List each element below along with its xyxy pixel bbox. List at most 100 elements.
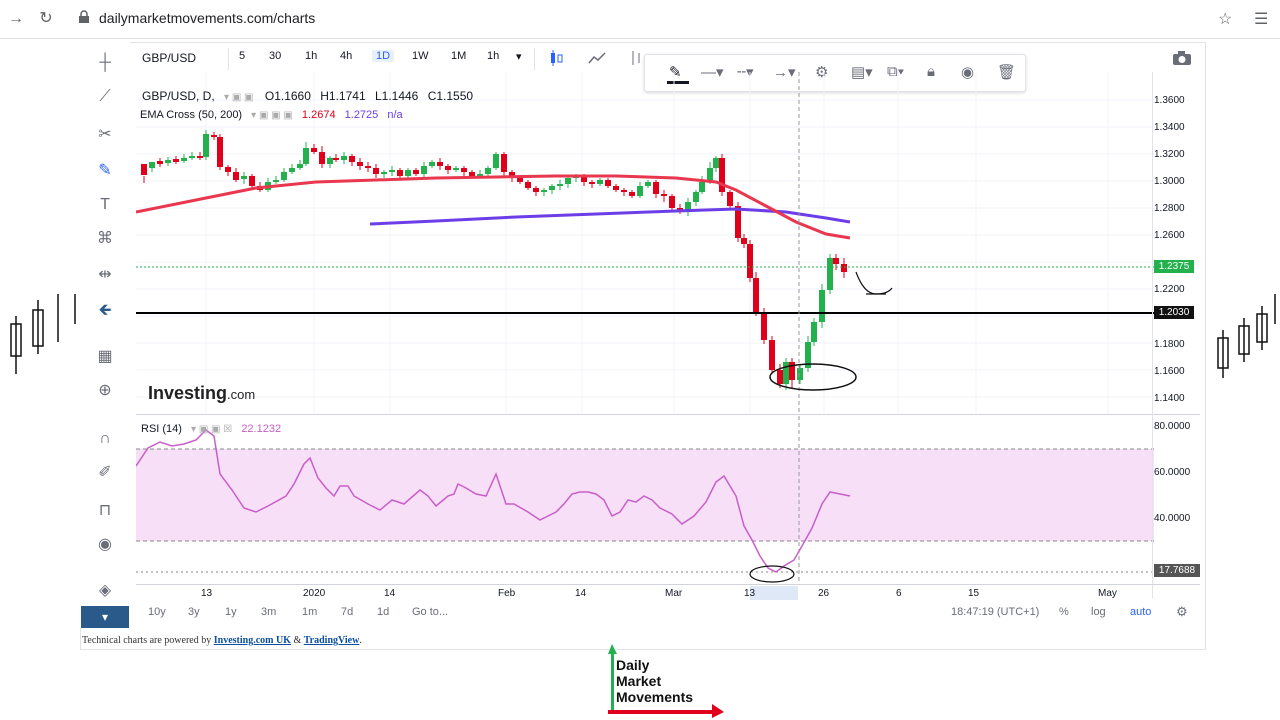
trend-line-icon[interactable]: ⟋ (80, 82, 130, 112)
price-axis-label: 1.2200 (1154, 284, 1185, 295)
horizontal-line-tag: 1.2030 (1154, 306, 1194, 319)
up-candle (645, 182, 651, 186)
range-1y[interactable]: 1y (225, 606, 237, 618)
interval-5[interactable]: 5 (239, 50, 245, 62)
date-axis-label: Mar (665, 588, 683, 599)
down-candle (157, 161, 163, 164)
log-toggle[interactable]: log (1091, 606, 1106, 618)
text-tool-icon[interactable]: T (80, 190, 130, 220)
date-axis-label: 14 (384, 588, 396, 599)
area-chart-icon[interactable] (588, 50, 606, 66)
layers-icon[interactable]: ◈ (80, 576, 130, 606)
investing-uk-link[interactable]: Investing.com UK (214, 635, 291, 646)
rsi-band (136, 449, 1154, 541)
zoom-icon[interactable]: ⊕ (80, 376, 130, 406)
date-axis-label: 14 (575, 588, 587, 599)
rsi-controls-icon[interactable]: ▾ ▣ ▣ ☒ (191, 424, 232, 435)
tradingview-link[interactable]: TradingView (304, 635, 360, 646)
ema-extra-value: n/a (387, 109, 403, 121)
down-candle (613, 186, 619, 190)
down-candle (173, 159, 179, 162)
menu-icon[interactable]: ☰ (1254, 9, 1268, 29)
hand-drawn-stroke (855, 271, 893, 295)
close-value: C1.1550 (427, 89, 474, 103)
interval-1d[interactable]: 1D (372, 50, 395, 62)
interval-4h[interactable]: 4h (340, 50, 352, 62)
back-arrow-icon[interactable]: 🡸 (80, 296, 130, 326)
chart-settings-gear-icon[interactable]: ⚙ (1176, 604, 1188, 620)
magnet-icon[interactable]: ∩ (80, 424, 130, 454)
rsi-name: RSI (14) (141, 423, 182, 435)
down-candle (741, 238, 747, 244)
interval-1w[interactable]: 1W (412, 50, 429, 62)
down-candle (661, 194, 667, 196)
interval-dropdown-icon[interactable]: ▾ (516, 50, 522, 63)
ema-controls-icon[interactable]: ▾ ▣ ▣ ▣ (251, 110, 293, 121)
interval-1h-alt[interactable]: 1h (487, 50, 499, 62)
forward-icon[interactable]: → (6, 9, 26, 29)
chart-footer-bar: 10y 3y 1y 3m 1m 7d 1d Go to... 18:47:19 … (136, 603, 1200, 623)
crosshair-icon[interactable]: ┼ (80, 48, 130, 78)
up-candle (453, 168, 459, 170)
range-3y[interactable]: 3y (188, 606, 200, 618)
interval-1m[interactable]: 1M (451, 50, 466, 62)
hide-drawings-icon[interactable]: ◉ (80, 530, 130, 560)
down-candle (233, 172, 239, 180)
date-axis-label: Feb (498, 588, 516, 599)
pattern-icon[interactable]: ⌘ (80, 224, 130, 254)
range-10y[interactable]: 10y (148, 606, 166, 618)
indicators-icon[interactable] (628, 50, 644, 66)
price-axis-label: 1.2600 (1154, 230, 1185, 241)
interval-30[interactable]: 30 (269, 50, 281, 62)
price-chart-pane[interactable] (136, 72, 1154, 414)
lock-icon (79, 10, 89, 23)
interval-1h[interactable]: 1h (305, 50, 317, 62)
down-candle (357, 162, 363, 166)
investing-main: Investing (148, 383, 228, 403)
up-candle (429, 162, 435, 166)
bookmark-star-icon[interactable]: ☆ (1218, 9, 1232, 29)
up-candle (297, 164, 303, 168)
powered-amp: & (293, 635, 302, 646)
measure-icon[interactable]: ▦ (80, 342, 130, 372)
symbol-search[interactable]: GBP/USD (142, 51, 196, 65)
down-candle (319, 152, 325, 164)
dmm-line2: Market (616, 673, 662, 689)
rsi-value: 22.1232 (241, 423, 282, 435)
percent-toggle[interactable]: % (1059, 606, 1069, 618)
up-candle (713, 158, 719, 168)
reload-icon[interactable]: ↻ (36, 9, 56, 29)
stay-drawing-icon[interactable]: ✐ (80, 458, 130, 488)
price-axis-label: 1.3400 (1154, 122, 1185, 133)
lock-drawings-icon[interactable]: ⊓ (80, 496, 130, 526)
hand-drawn-ellipse (749, 565, 795, 583)
legend-controls-icon[interactable]: ▾ ▣ ▣ (224, 92, 253, 103)
auto-scale-toggle[interactable]: auto (1130, 606, 1151, 618)
up-candle (327, 158, 333, 164)
date-axis-label: 26 (818, 588, 830, 599)
ema-name: EMA Cross (50, 200) (140, 109, 243, 121)
camera-icon[interactable] (1172, 50, 1192, 66)
up-candle (381, 172, 387, 174)
rsi-chart-pane[interactable] (136, 416, 1154, 584)
current-price-tag: 1.2375 (1154, 260, 1194, 273)
ema-legend: EMA Cross (50, 200) ▾ ▣ ▣ ▣ 1.2674 1.272… (140, 109, 403, 121)
range-1d[interactable]: 1d (377, 606, 389, 618)
range-7d[interactable]: 7d (341, 606, 353, 618)
address-bar[interactable]: dailymarketmovements.com/charts (99, 10, 315, 26)
prediction-icon[interactable]: ⇹ (80, 260, 130, 290)
down-candle (461, 168, 467, 172)
high-value: H1.1741 (320, 89, 366, 103)
range-1m[interactable]: 1m (302, 606, 317, 618)
collapse-toolbar-button[interactable]: ▾ (81, 606, 129, 628)
up-candle (637, 186, 643, 196)
candles-type-icon[interactable] (548, 50, 564, 66)
up-candle (783, 362, 789, 384)
brush-icon[interactable]: ✎ (80, 156, 130, 186)
fib-icon[interactable]: ✂ (80, 120, 130, 150)
go-to-date-button[interactable]: Go to... (412, 606, 448, 618)
rsi-axis-label: 60.0000 (1154, 467, 1191, 478)
dmm-line3: Movements (616, 689, 694, 705)
down-candle (249, 176, 255, 186)
range-3m[interactable]: 3m (261, 606, 276, 618)
